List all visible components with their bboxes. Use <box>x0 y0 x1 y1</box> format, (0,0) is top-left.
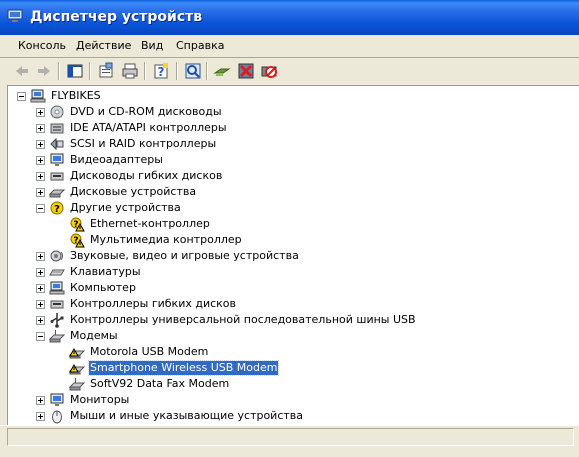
title-bar[interactable]: Диспетчер устройств <box>0 0 579 35</box>
device-manager-window: Диспетчер устройств Консоль Действие Вид… <box>0 0 579 457</box>
modem-warning-icon <box>68 344 86 360</box>
tree-item-label[interactable]: Модемы <box>69 329 119 343</box>
collapse-button[interactable] <box>17 92 26 101</box>
tree-item-label[interactable]: DVD и CD-ROM дисководы <box>69 105 223 119</box>
help-icon[interactable]: ? <box>152 62 170 80</box>
sound-icon <box>49 248 65 264</box>
expand-button[interactable] <box>36 268 45 277</box>
menu-bar: Консоль Действие Вид Справка <box>0 35 579 58</box>
disk-drive-icon <box>48 184 66 200</box>
tree-item-label[interactable]: SoftV92 Data Fax Modem <box>89 377 230 391</box>
show-hide-tree-icon[interactable] <box>66 62 84 80</box>
tree-item-label[interactable]: SCSI и RAID контроллеры <box>69 137 217 151</box>
scan-hardware-icon[interactable] <box>184 62 202 80</box>
print-icon[interactable] <box>121 62 139 80</box>
expand-button[interactable] <box>36 156 45 165</box>
tree-item-label[interactable]: Видеоадаптеры <box>69 153 164 167</box>
tree-item-label[interactable]: IDE ATA/ATAPI контроллеры <box>69 121 228 135</box>
back-icon[interactable] <box>13 62 31 80</box>
svg-text:?: ? <box>54 204 60 215</box>
tree-item-label-selected[interactable]: Smartphone Wireless USB Modem <box>87 360 280 376</box>
menu-help[interactable]: Справка <box>176 39 224 52</box>
update-driver-icon[interactable] <box>213 62 231 80</box>
status-panel <box>7 428 574 446</box>
tree-item-label[interactable]: Motorola USB Modem <box>89 345 209 359</box>
device-manager-app-icon <box>7 9 23 22</box>
expand-button[interactable] <box>36 140 45 149</box>
expand-button[interactable] <box>36 284 45 293</box>
modem-icon <box>48 328 66 344</box>
scsi-icon <box>49 136 65 152</box>
unknown-device-icon: ? <box>49 200 65 216</box>
disable-icon[interactable] <box>260 62 278 80</box>
expand-button[interactable] <box>36 300 45 309</box>
expand-button[interactable] <box>36 396 45 405</box>
tree-item-label[interactable]: Компьютер <box>69 281 137 295</box>
modem-warning-icon <box>68 360 86 376</box>
tree-item-label[interactable]: Мультимедиа контроллер <box>89 233 243 247</box>
toolbar-separator <box>144 62 146 80</box>
warning-device-icon: ? <box>69 216 85 232</box>
ide-icon <box>49 120 65 136</box>
computer-icon <box>49 280 65 296</box>
toolbar: ? <box>0 58 579 83</box>
warning-device-icon: ? <box>69 232 85 248</box>
toolbar-separator <box>206 62 208 80</box>
expand-button[interactable] <box>36 108 45 117</box>
floppy-drive-icon <box>49 168 65 184</box>
menu-view[interactable]: Вид <box>141 39 163 52</box>
collapse-button[interactable] <box>36 204 45 213</box>
usb-icon <box>49 312 65 328</box>
tree-item-label[interactable]: Контроллеры универсальной последовательн… <box>69 313 417 327</box>
tree-item-label[interactable]: Звуковые, видео и игровые устройства <box>69 249 300 263</box>
menu-console[interactable]: Консоль <box>18 39 66 52</box>
tree-item-label[interactable]: Мониторы <box>69 393 130 407</box>
expand-button[interactable] <box>36 172 45 181</box>
keyboard-icon <box>49 264 65 280</box>
floppy-controller-icon <box>49 296 65 312</box>
expand-button[interactable] <box>36 124 45 133</box>
forward-icon[interactable] <box>35 62 53 80</box>
expand-button[interactable] <box>36 412 45 421</box>
cdrom-icon <box>49 104 65 120</box>
device-tree[interactable]: FLYBIKES DVD и CD-ROM дисководы IDE ATA/AT… <box>7 85 579 425</box>
expand-button[interactable] <box>36 252 45 261</box>
toolbar-separator <box>176 62 178 80</box>
expand-button[interactable] <box>36 188 45 197</box>
toolbar-separator <box>58 62 60 80</box>
tree-item-label[interactable]: Дисководы гибких дисков <box>69 169 223 183</box>
window-title: Диспетчер устройств <box>30 9 203 25</box>
uninstall-icon[interactable] <box>237 62 255 80</box>
display-adapter-icon <box>49 152 65 168</box>
computer-root-icon <box>30 88 46 104</box>
collapse-button[interactable] <box>36 332 45 341</box>
status-bar <box>0 425 579 448</box>
toolbar-separator <box>89 62 91 80</box>
monitor-icon <box>49 392 65 408</box>
tree-item-label[interactable]: FLYBIKES <box>50 89 102 103</box>
expand-button[interactable] <box>36 316 45 325</box>
tree-item-label[interactable]: Другие устройства <box>69 201 182 215</box>
tree-item-label[interactable]: Ethernet-контроллер <box>89 217 211 231</box>
menu-action[interactable]: Действие <box>76 39 131 52</box>
mouse-icon <box>49 408 65 424</box>
tree-item-label[interactable]: Мыши и иные указывающие устройства <box>69 409 304 423</box>
tree-item-label[interactable]: Контроллеры гибких дисков <box>69 297 237 311</box>
tree-item-label[interactable]: Дисковые устройства <box>69 185 197 199</box>
tree-item-label[interactable]: Клавиатуры <box>69 265 142 279</box>
properties-icon[interactable] <box>97 62 115 80</box>
modem-icon <box>68 376 86 392</box>
